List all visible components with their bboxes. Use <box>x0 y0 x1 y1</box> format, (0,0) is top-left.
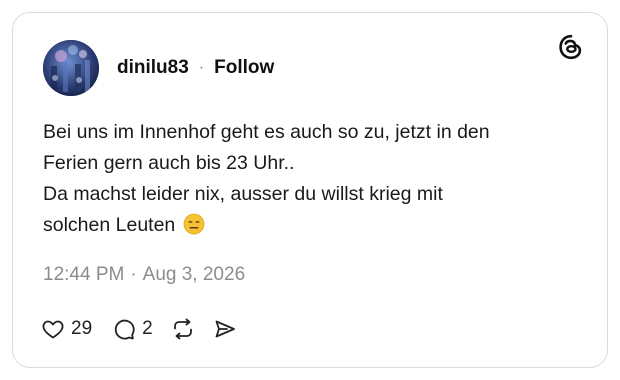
heart-icon <box>42 320 64 339</box>
repost-icon <box>173 318 192 340</box>
like-count: 29 <box>71 318 93 339</box>
comment-bubble-icon <box>115 319 135 340</box>
post-text-line: Bei uns im Innenhof geht es auch so zu, … <box>43 121 490 143</box>
like-button[interactable]: 29 <box>41 317 92 341</box>
timestamp-separator: · <box>130 264 137 285</box>
threads-post-card: dinilu83 · Follow Bei uns im Innenhof ge… <box>12 12 608 368</box>
follow-button[interactable]: Follow <box>214 57 274 79</box>
threads-logo-icon[interactable] <box>557 33 585 61</box>
send-icon <box>215 320 235 338</box>
post-text-line: Da machst leider nix, ausser du willst k… <box>43 183 443 205</box>
avatar[interactable] <box>43 40 99 96</box>
post-text-line: Ferien gern auch bis 23 Uhr.. <box>43 152 295 174</box>
timestamp-date: Aug 3, 2026 <box>142 264 246 285</box>
reply-count: 2 <box>142 318 153 339</box>
repost-button[interactable] <box>171 317 195 341</box>
reply-button[interactable]: 2 <box>112 317 153 341</box>
post-text: Bei uns im Innenhof geht es auch so zu, … <box>43 117 583 241</box>
expressionless-face-emoji-icon <box>183 213 205 235</box>
post-text-line-last: solchen Leuten <box>43 210 583 241</box>
username[interactable]: dinilu83 <box>117 57 189 79</box>
avatar-image <box>43 40 99 96</box>
post-header: dinilu83 · Follow <box>117 57 274 79</box>
post-timestamp: 12:44 PM · Aug 3, 2026 <box>43 264 245 286</box>
timestamp-time: 12:44 PM <box>43 264 125 285</box>
post-text-line-text: solchen Leuten <box>43 214 176 236</box>
post-actions: 29 2 <box>41 315 237 343</box>
share-button[interactable] <box>213 317 237 341</box>
header-separator: · <box>198 59 205 76</box>
